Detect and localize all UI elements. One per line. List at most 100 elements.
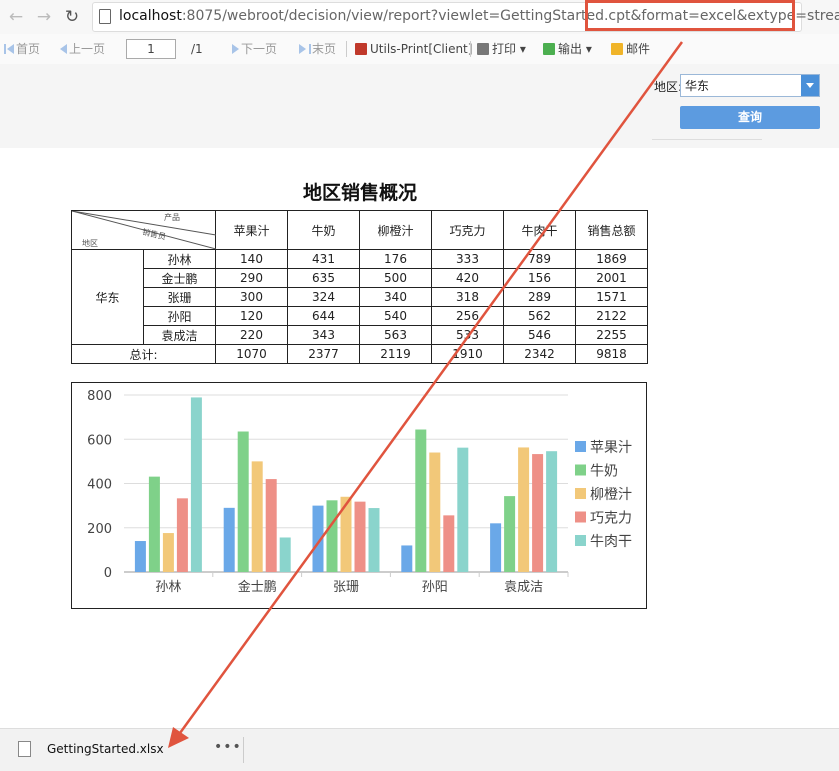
y-tick-label: 600 bbox=[87, 433, 112, 448]
export-label: 输出 bbox=[558, 42, 583, 56]
bar bbox=[190, 397, 202, 572]
more-options-button[interactable]: ••• bbox=[214, 739, 242, 755]
mail-button[interactable]: 邮件 bbox=[611, 34, 650, 64]
legend-label: 牛奶 bbox=[590, 464, 618, 480]
value-cell: 500 bbox=[359, 268, 432, 288]
legend-label: 巧克力 bbox=[590, 511, 632, 527]
legend-swatch bbox=[575, 441, 586, 452]
value-cell: 256 bbox=[431, 306, 504, 326]
header-region: 地区 bbox=[82, 239, 98, 248]
total-cell: 1571 bbox=[575, 287, 648, 307]
column-header: 柳橙汁 bbox=[359, 210, 432, 250]
salesperson-cell: 孙阳 bbox=[143, 306, 216, 326]
bar bbox=[134, 541, 146, 572]
value-cell: 333 bbox=[431, 249, 504, 269]
next-page-label: 下一页 bbox=[241, 42, 278, 56]
table-row: 金士鹏 290 635 500 420 156 2001 bbox=[72, 268, 648, 288]
value-cell: 431 bbox=[287, 249, 360, 269]
y-tick-label: 400 bbox=[87, 478, 112, 493]
salesperson-cell: 孙林 bbox=[143, 249, 216, 269]
region-label: 地区: bbox=[654, 80, 683, 94]
bar bbox=[223, 507, 235, 572]
page-number-input[interactable]: 1 bbox=[126, 39, 176, 59]
column-total-cell: 9818 bbox=[575, 344, 648, 364]
print-label: 打印 bbox=[492, 42, 517, 56]
export-icon bbox=[543, 43, 555, 55]
page-total: /1 bbox=[191, 42, 203, 56]
prev-page-label: 上一页 bbox=[69, 42, 106, 56]
legend-swatch bbox=[575, 488, 586, 499]
value-cell: 546 bbox=[503, 325, 576, 345]
table-total-row: 总计: 1070 2377 2119 1910 2342 9818 bbox=[71, 344, 648, 364]
header-product: 产品 bbox=[164, 213, 180, 222]
sales-table: 产品 销售员 地区 苹果汁 牛奶 柳橙汁 巧克力 牛肉干 销售总额 华东 孙林 … bbox=[71, 210, 648, 364]
first-page-label: 首页 bbox=[16, 42, 41, 56]
query-button[interactable]: 查询 bbox=[680, 106, 820, 129]
print-plugin-icon bbox=[355, 43, 367, 55]
bar bbox=[457, 447, 469, 572]
legend-label: 苹果汁 bbox=[590, 440, 632, 456]
download-file-name[interactable]: GettingStarted.xlsx bbox=[47, 742, 164, 756]
value-cell: 220 bbox=[215, 325, 288, 345]
value-cell: 324 bbox=[287, 287, 360, 307]
legend-label: 柳橙汁 bbox=[590, 486, 632, 503]
column-header: 销售总额 bbox=[575, 210, 648, 250]
column-total-cell: 1910 bbox=[431, 344, 504, 364]
diagonal-header-cell: 产品 销售员 地区 bbox=[71, 210, 216, 250]
table-row: 袁成洁 220 343 563 533 546 2255 bbox=[72, 325, 648, 345]
column-header: 苹果汁 bbox=[215, 210, 288, 250]
last-page-button[interactable]: 末页 bbox=[299, 34, 336, 64]
back-icon[interactable]: ← bbox=[5, 6, 27, 28]
prev-page-icon bbox=[60, 44, 67, 54]
value-cell: 563 bbox=[359, 325, 432, 345]
total-cell: 1869 bbox=[575, 249, 648, 269]
prev-page-button[interactable]: 上一页 bbox=[60, 34, 105, 64]
value-cell: 340 bbox=[359, 287, 432, 307]
x-tick-label: 袁成洁 bbox=[504, 580, 543, 595]
parameter-panel: 地区: 华东 查询 bbox=[0, 64, 839, 148]
bar bbox=[368, 508, 380, 572]
x-tick-label: 金士鹏 bbox=[238, 579, 277, 595]
bar bbox=[340, 496, 352, 572]
legend-swatch bbox=[575, 464, 586, 476]
value-cell: 176 bbox=[359, 249, 432, 269]
region-cell: 华东 bbox=[71, 249, 144, 345]
value-cell: 120 bbox=[215, 306, 288, 326]
value-cell: 635 bbox=[287, 268, 360, 288]
bar bbox=[429, 452, 441, 572]
bar bbox=[518, 447, 530, 572]
print-button[interactable]: 打印 ▾ bbox=[477, 34, 526, 64]
export-button[interactable]: 输出 ▾ bbox=[543, 34, 592, 64]
reload-icon[interactable]: ↻ bbox=[61, 6, 83, 28]
utils-print-button[interactable]: Utils-Print[Client] bbox=[355, 34, 472, 64]
bar bbox=[279, 537, 291, 572]
first-page-button[interactable]: 首页 bbox=[3, 34, 40, 64]
region-select[interactable]: 华东 bbox=[680, 74, 820, 97]
table-header-row: 产品 销售员 地区 苹果汁 牛奶 柳橙汁 巧克力 牛肉干 销售总额 bbox=[71, 210, 648, 250]
total-cell: 2255 bbox=[575, 325, 648, 345]
column-total-cell: 2377 bbox=[287, 344, 360, 364]
column-header: 牛奶 bbox=[287, 210, 360, 250]
legend-swatch bbox=[575, 535, 586, 546]
column-total-cell: 1070 bbox=[215, 344, 288, 364]
value-cell: 644 bbox=[287, 306, 360, 326]
forward-icon[interactable]: → bbox=[33, 6, 55, 28]
region-value: 华东 bbox=[685, 79, 710, 93]
salesperson-cell: 袁成洁 bbox=[143, 325, 216, 345]
next-page-button[interactable]: 下一页 bbox=[232, 34, 277, 64]
bar bbox=[532, 454, 544, 572]
collapse-handle[interactable] bbox=[652, 139, 762, 150]
next-page-icon bbox=[232, 44, 239, 54]
chart-canvas: 0 200 400 600 800 孙林 金士鹏 张珊 孙阳 袁成洁 苹果汁牛奶柳橙汁巧克力牛肉干 bbox=[87, 389, 632, 595]
bar bbox=[162, 533, 174, 572]
value-cell: 533 bbox=[431, 325, 504, 345]
url-highlight-box bbox=[585, 0, 795, 31]
bar bbox=[401, 545, 413, 572]
column-total-cell: 2342 bbox=[503, 344, 576, 364]
value-cell: 140 bbox=[215, 249, 288, 269]
value-cell: 318 bbox=[431, 287, 504, 307]
bar bbox=[251, 461, 263, 572]
table-row: 华东 孙林 140 431 176 333 789 1869 bbox=[71, 249, 648, 345]
chevron-down-icon[interactable] bbox=[801, 75, 819, 96]
table-row: 张珊 300 324 340 318 289 1571 bbox=[72, 287, 648, 307]
